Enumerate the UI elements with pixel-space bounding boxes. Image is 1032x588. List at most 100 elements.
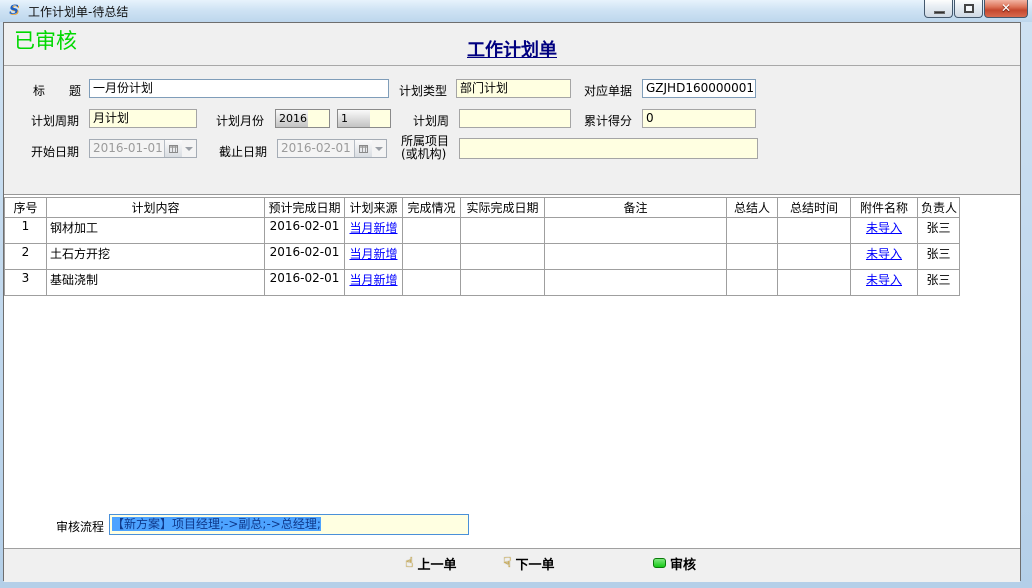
cell-owner: 张三 [918,218,960,244]
attachment-link[interactable]: 未导入 [866,221,902,235]
start-date-picker[interactable]: 2016-01-01 [89,139,197,158]
cell-summary-time [778,244,851,270]
table-header-row: 序号 计划内容 预计完成日期 计划来源 完成情况 实际完成日期 备注 总结人 总… [5,198,960,218]
plan-table: 序号 计划内容 预计完成日期 计划来源 完成情况 实际完成日期 备注 总结人 总… [4,197,960,296]
start-date-value: 2016-01-01 [90,140,164,157]
app-icon: S [6,3,22,19]
cell-completion [403,270,461,296]
title-input[interactable]: 一月份计划 [89,79,389,98]
col-header-completion: 完成情况 [403,198,461,218]
cell-source: 当月新增 [345,244,403,270]
app-window: S 工作计划单-待总结 ✕ 已审核 工作计划单 标 题 一月份计划 计划类型 部… [0,0,1032,588]
cell-summarizer [727,270,778,296]
start-date-label: 开始日期 [31,143,79,160]
score-field[interactable]: 0 [642,109,756,128]
attachment-link[interactable]: 未导入 [866,273,902,287]
close-button[interactable]: ✕ [984,0,1028,18]
button-bar: ☝ 上一单 ☟ 下一单 审核 [4,549,1020,582]
week-label: 计划周 [413,112,449,129]
cell-summary-time [778,270,851,296]
cell-remark [545,218,727,244]
doc-input[interactable]: GZJHD160000001 [642,79,756,98]
cell-seq: 3 [5,270,47,296]
table-row: 2 土石方开挖 2016-02-01 当月新增 未导入 张三 [5,244,960,270]
col-header-attachment: 附件名称 [851,198,918,218]
cell-summary-time [778,218,851,244]
next-button[interactable]: ☟ 下一单 [503,553,555,573]
col-header-source: 计划来源 [345,198,403,218]
cell-content: 钢材加工 [47,218,265,244]
table-row: 1 钢材加工 2016-02-01 当月新增 未导入 张三 [5,218,960,244]
doc-label: 对应单据 [584,82,632,99]
cell-summarizer [727,244,778,270]
end-date-value: 2016-02-01 [278,140,354,157]
cell-owner: 张三 [918,270,960,296]
source-link[interactable]: 当月新增 [349,273,397,287]
prev-button[interactable]: ☝ 上一单 [405,553,457,573]
col-header-summarizer: 总结人 [727,198,778,218]
flow-value: 【新方案】项目经理;->副总;->总经理; [112,517,321,531]
close-icon: ✕ [985,1,1027,15]
month-year-spinner[interactable]: 2016 [275,109,330,128]
month-num-spinner[interactable]: 1 [337,109,391,128]
col-header-owner: 负责人 [918,198,960,218]
cycle-field[interactable]: 月计划 [89,109,197,128]
form-panel: 已审核 工作计划单 标 题 一月份计划 计划类型 部门计划 对应单据 GZJHD… [3,22,1021,581]
cell-remark [545,244,727,270]
window-titlebar[interactable]: S 工作计划单-待总结 ✕ [0,0,1032,22]
chevron-down-icon[interactable] [182,140,196,157]
audit-icon [653,558,666,568]
cell-expected-date: 2016-02-01 [265,270,345,296]
attachment-link[interactable]: 未导入 [866,247,902,261]
cell-actual-date [461,270,545,296]
cell-attachment: 未导入 [851,244,918,270]
cell-expected-date: 2016-02-01 [265,244,345,270]
source-link[interactable]: 当月新增 [349,221,397,235]
week-field[interactable] [459,109,571,128]
prev-button-label: 上一单 [418,554,457,573]
calendar-icon[interactable] [164,140,182,157]
cell-source: 当月新增 [345,270,403,296]
cell-content: 土石方开挖 [47,244,265,270]
cell-owner: 张三 [918,244,960,270]
cell-actual-date [461,244,545,270]
window-title: 工作计划单-待总结 [28,3,128,20]
col-header-seq: 序号 [5,198,47,218]
table-row: 3 基础浇制 2016-02-01 当月新增 未导入 张三 [5,270,960,296]
col-header-content: 计划内容 [47,198,265,218]
source-link[interactable]: 当月新增 [349,247,397,261]
cell-expected-date: 2016-02-01 [265,218,345,244]
maximize-button[interactable] [954,0,983,18]
col-header-expected-date: 预计完成日期 [265,198,345,218]
project-label: 所属项目(或机构) [401,135,449,161]
next-button-label: 下一单 [516,554,555,573]
cell-actual-date [461,218,545,244]
end-date-picker[interactable]: 2016-02-01 [277,139,387,158]
calendar-icon[interactable] [354,140,372,157]
month-label: 计划月份 [216,112,264,129]
cell-remark [545,270,727,296]
cell-completion [403,244,461,270]
flow-label: 审核流程 [56,518,104,535]
chevron-down-icon[interactable] [372,140,386,157]
end-date-label: 截止日期 [219,143,267,160]
cell-attachment: 未导入 [851,218,918,244]
month-num-value: 1 [338,110,370,127]
cell-source: 当月新增 [345,218,403,244]
divider [4,65,1020,66]
flow-field[interactable]: 【新方案】项目经理;->副总;->总经理; [109,514,469,535]
cell-seq: 1 [5,218,47,244]
col-header-remark: 备注 [545,198,727,218]
minimize-icon [934,11,945,14]
score-label: 累计得分 [584,112,632,129]
project-field[interactable] [459,138,758,159]
cell-content: 基础浇制 [47,270,265,296]
audit-button[interactable]: 审核 [653,553,696,573]
minimize-button[interactable] [924,0,953,18]
col-header-actual-date: 实际完成日期 [461,198,545,218]
hand-up-icon: ☝ [405,556,414,570]
plan-type-field[interactable]: 部门计划 [456,79,571,98]
cell-seq: 2 [5,244,47,270]
cell-attachment: 未导入 [851,270,918,296]
maximize-icon [964,4,974,13]
